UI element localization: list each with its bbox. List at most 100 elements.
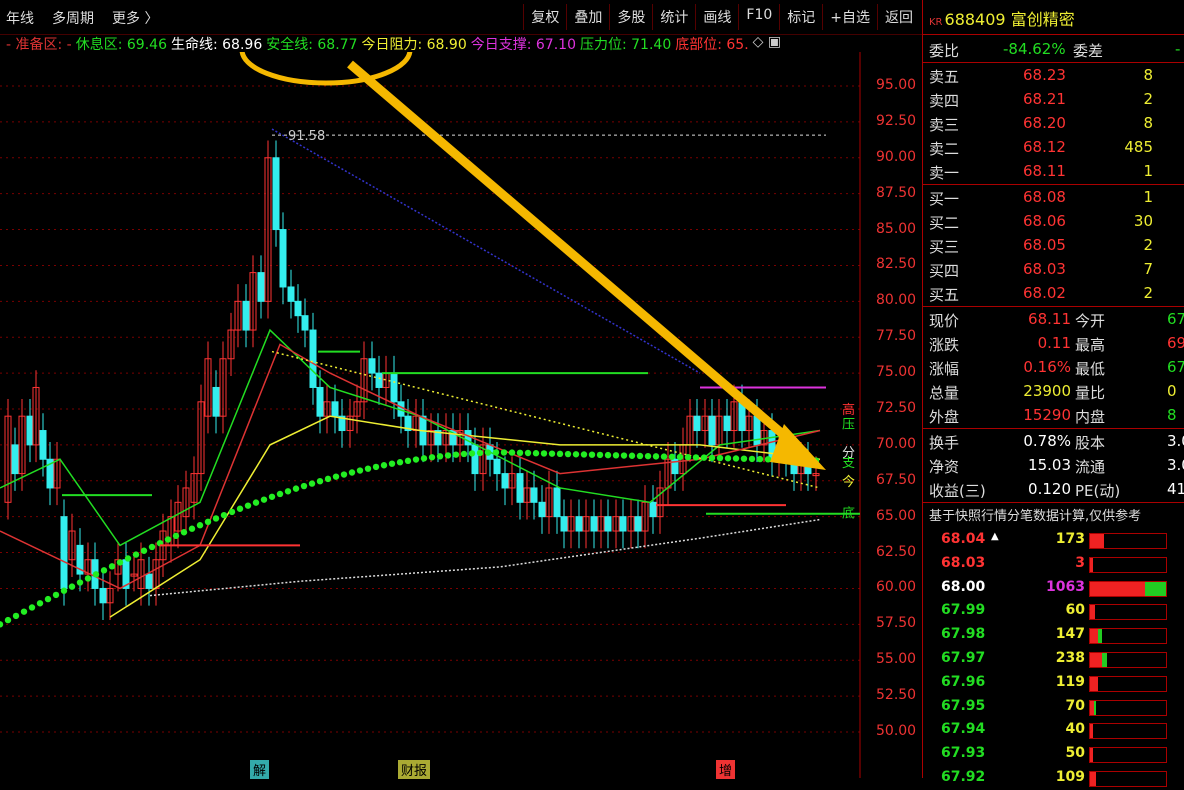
support-dot <box>260 496 268 503</box>
quote-value: 0.16% <box>1023 358 1071 376</box>
divider <box>923 428 1184 429</box>
tick-buy-fill <box>1090 653 1103 667</box>
sell-level-volume: 1 <box>1143 162 1153 180</box>
support-dot <box>252 499 260 506</box>
support-dot <box>76 579 84 586</box>
candle-body <box>39 430 47 460</box>
tick-volume-bar <box>1089 771 1167 787</box>
support-dot <box>620 452 628 459</box>
quote-row[interactable]: 涨幅 0.16% 最低 67 <box>923 356 1184 380</box>
support-dot <box>172 532 180 540</box>
support-dot <box>452 451 460 458</box>
support-dot <box>596 451 604 459</box>
quote-row[interactable]: 现价 68.11 今开 67 <box>923 308 1184 332</box>
quote-value: 0.11 <box>1037 334 1071 352</box>
indicator-settings-icon[interactable]: ◇ ▣ <box>753 34 781 54</box>
tick-price: 68.04 <box>941 531 986 547</box>
sell-level-row[interactable]: 卖五 68.23 8 <box>923 64 1184 88</box>
tick-row[interactable]: 68.03 3 <box>923 552 1184 576</box>
buy-level-price: 68.05 <box>1023 236 1066 254</box>
level-side-label: 高 <box>842 402 855 418</box>
candlestick-svg: 91.58高压分支今底 <box>0 14 861 778</box>
finance-row[interactable]: 换手 0.78%股本 3.0 <box>923 430 1184 454</box>
tick-price: 68.00 <box>941 578 986 595</box>
buy-level-row[interactable]: 买一 68.08 1 <box>923 186 1184 210</box>
y-tick-label: 60.00 <box>876 579 917 596</box>
support-dot <box>4 616 12 624</box>
candle-body <box>287 286 295 302</box>
sell-level-row[interactable]: 卖四 68.21 2 <box>923 88 1184 112</box>
sell-level-row[interactable]: 卖一 68.11 1 <box>923 160 1184 184</box>
support-dot <box>548 450 556 457</box>
tick-row[interactable]: 68.04 ▲ 173 <box>923 528 1184 552</box>
event-tag[interactable]: 增 <box>716 760 736 779</box>
commission-ratio-value: -84.62% <box>1003 40 1066 58</box>
menu-multi-period[interactable]: 多周期 <box>52 8 94 28</box>
quote-row[interactable]: 外盘 15290 内盘 8 <box>923 404 1184 428</box>
price-chart[interactable]: 91.58 高压分支今底 95.00 92.50 90.00 87.50 85.00 82.… <box>0 14 922 779</box>
tick-volume-bar <box>1089 556 1167 573</box>
finance-row[interactable]: 净资 15.03流通 3.0 <box>923 454 1184 478</box>
support-dot <box>556 450 564 458</box>
menu-year[interactable]: 年线 <box>6 8 34 28</box>
sell-level-row[interactable]: 卖三 68.20 8 <box>923 112 1184 136</box>
buy-level-row[interactable]: 买二 68.06 30 <box>923 210 1184 234</box>
candle-body <box>316 386 324 417</box>
tick-price: 67.99 <box>941 602 986 619</box>
quote-row[interactable]: 总量 23900 量比 0 <box>923 380 1184 404</box>
level-side-label: 今 <box>842 474 855 490</box>
finance-label: 股本 <box>1075 434 1106 452</box>
event-tag[interactable]: 财报 <box>398 760 431 779</box>
buy-level-label: 买五 <box>929 286 960 304</box>
restore-rights-button[interactable]: 复权 <box>523 4 566 30</box>
support-dot <box>412 456 420 463</box>
tick-row[interactable]: 67.95 70 <box>923 695 1184 719</box>
level-side-label: 底 <box>842 505 855 521</box>
support-dot <box>140 547 148 554</box>
buy-level-row[interactable]: 买四 68.03 7 <box>923 258 1184 282</box>
add-watchlist-button[interactable]: +自选 <box>822 4 877 30</box>
statistics-button[interactable]: 统计 <box>652 4 695 30</box>
support-dot <box>604 451 612 459</box>
multi-stock-button[interactable]: 多股 <box>609 4 652 30</box>
tick-row[interactable]: 67.94 40 <box>923 718 1184 742</box>
back-button[interactable]: 返回 <box>877 4 920 30</box>
quote-value: 68.11 <box>1028 310 1071 328</box>
event-tag[interactable]: 解 <box>250 760 270 779</box>
quote-value: 67 <box>1167 358 1184 376</box>
menu-more[interactable]: 更多 〉 <box>112 8 158 28</box>
quote-row[interactable]: 涨跌 0.11 最高 69 <box>923 332 1184 356</box>
buy-level-row[interactable]: 买五 68.02 2 <box>923 282 1184 306</box>
tick-volume: 119 <box>1055 673 1085 690</box>
support-dot <box>0 621 4 628</box>
tick-row[interactable]: 67.99 60 <box>923 599 1184 623</box>
tick-price: 67.95 <box>941 697 986 714</box>
indicator-0: - 准备区: - <box>6 37 72 53</box>
tick-row[interactable]: 67.92 109 <box>923 766 1184 790</box>
overlay-button[interactable]: 叠加 <box>566 4 609 30</box>
sell-level-volume: 485 <box>1124 138 1153 156</box>
tick-row[interactable]: 67.96 119 <box>923 671 1184 695</box>
tick-row[interactable]: 68.00 1063 <box>923 576 1184 600</box>
draw-line-button[interactable]: 画线 <box>695 4 738 30</box>
tick-row[interactable]: 67.97 238 <box>923 647 1184 671</box>
tick-direction-icon: ▲ <box>991 531 999 542</box>
support-dot <box>524 449 532 457</box>
tick-price: 67.97 <box>941 650 986 666</box>
f10-button[interactable]: F10 <box>738 4 779 30</box>
finance-row[interactable]: 收益(三) 0.120 PE(动) 41 <box>923 478 1184 502</box>
buy-level-label: 买四 <box>929 262 960 280</box>
buy-level-label: 买三 <box>929 238 960 256</box>
candle-body <box>530 487 538 503</box>
y-tick-label: 52.50 <box>876 687 917 704</box>
tick-buy-fill <box>1090 605 1095 620</box>
finance-value: 0.78% <box>1023 432 1071 450</box>
candle-body <box>145 573 153 589</box>
sell-level-row[interactable]: 卖二 68.12 485 <box>923 136 1184 160</box>
ma-line-white <box>149 518 821 597</box>
mark-button[interactable]: 标记 <box>779 4 822 30</box>
buy-level-row[interactable]: 买三 68.05 2 <box>923 234 1184 258</box>
support-dot <box>212 515 220 522</box>
tick-row[interactable]: 67.93 50 <box>923 742 1184 766</box>
tick-row[interactable]: 67.98 147 <box>923 623 1184 647</box>
